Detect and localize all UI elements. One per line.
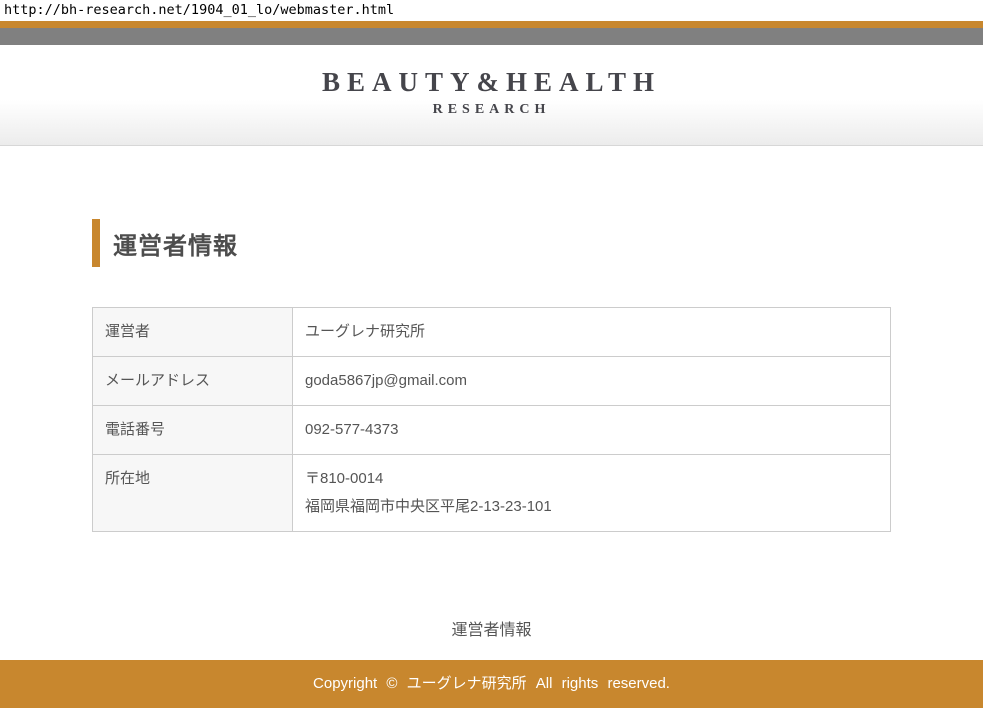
heading-accent-bar — [92, 219, 100, 267]
footer-nav: 運営者情報 — [0, 616, 983, 640]
table-row: 運営者 ユーグレナ研究所 — [93, 308, 891, 357]
url-text: http://bh-research.net/1904_01_lo/webmas… — [0, 0, 983, 21]
postal-code: 〒810-0014 — [305, 469, 878, 489]
row-value: 〒810-0014 福岡県福岡市中央区平尾2-13-23-101 — [293, 455, 891, 532]
row-label: メールアドレス — [93, 357, 293, 406]
table-row: 所在地 〒810-0014 福岡県福岡市中央区平尾2-13-23-101 — [93, 455, 891, 532]
logo-subtitle: RESEARCH — [322, 101, 661, 119]
row-label: 電話番号 — [93, 406, 293, 455]
row-value: 092-577-4373 — [293, 406, 891, 455]
section-heading: 運営者情報 — [92, 219, 238, 267]
address-line: 福岡県福岡市中央区平尾2-13-23-101 — [305, 497, 878, 517]
copyright-text: Copyright © ユーグレナ研究所 All rights reserved… — [313, 675, 670, 692]
table-row: 電話番号 092-577-4373 — [93, 406, 891, 455]
row-label: 所在地 — [93, 455, 293, 532]
table-row: メールアドレス goda5867jp@gmail.com — [93, 357, 891, 406]
site-logo: BEAUTY&HEALTH RESEARCH — [322, 67, 661, 119]
footer-copyright-bar: Copyright © ユーグレナ研究所 All rights reserved… — [0, 660, 983, 708]
row-value: goda5867jp@gmail.com — [293, 357, 891, 406]
page-title: 運営者情報 — [113, 226, 238, 261]
site-header: BEAUTY&HEALTH RESEARCH — [0, 45, 983, 146]
info-table: 運営者 ユーグレナ研究所 メールアドレス goda5867jp@gmail.co… — [92, 307, 891, 532]
footer-nav-link[interactable]: 運営者情報 — [451, 622, 531, 639]
row-label: 運営者 — [93, 308, 293, 357]
row-value: ユーグレナ研究所 — [293, 308, 891, 357]
top-accent-strip — [0, 21, 983, 28]
logo-title: BEAUTY&HEALTH — [322, 67, 661, 97]
page: http://bh-research.net/1904_01_lo/webmas… — [0, 0, 983, 708]
top-gray-strip — [0, 28, 983, 45]
